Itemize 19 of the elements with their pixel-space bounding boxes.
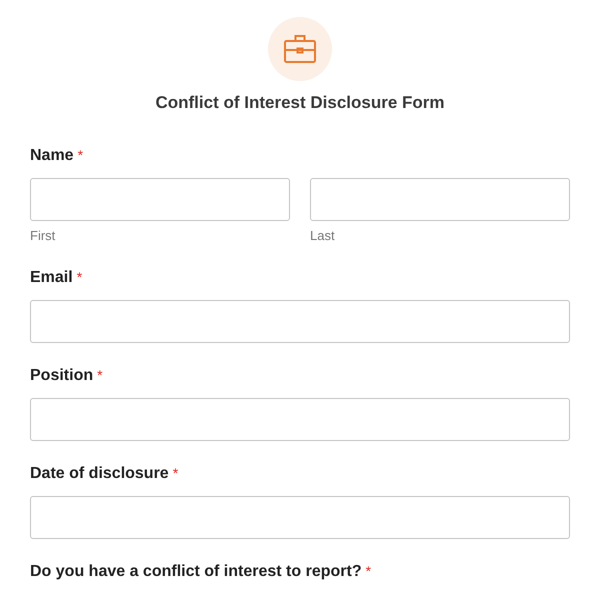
input-field[interactable]: [310, 178, 570, 221]
field-label: Position: [30, 367, 94, 385]
input-field[interactable]: [30, 398, 570, 441]
required-asterisk: *: [97, 367, 103, 383]
required-asterisk: *: [76, 269, 82, 285]
field-label: Name: [30, 147, 74, 165]
sub-label: Last: [310, 228, 335, 243]
field-label: Email: [30, 269, 73, 287]
input-field[interactable]: [30, 496, 570, 539]
required-asterisk: *: [78, 147, 84, 163]
input-field[interactable]: [30, 178, 290, 221]
field-label: Do you have a conflict of interest to report?: [30, 563, 362, 581]
input-field[interactable]: [30, 300, 570, 343]
briefcase-icon: [284, 35, 316, 63]
required-asterisk: *: [366, 563, 372, 579]
required-asterisk: *: [172, 465, 178, 481]
form-title: Conflict of Interest Disclosure Form: [155, 93, 445, 113]
field-label: Date of disclosure: [30, 465, 169, 483]
sub-label: First: [30, 228, 56, 243]
